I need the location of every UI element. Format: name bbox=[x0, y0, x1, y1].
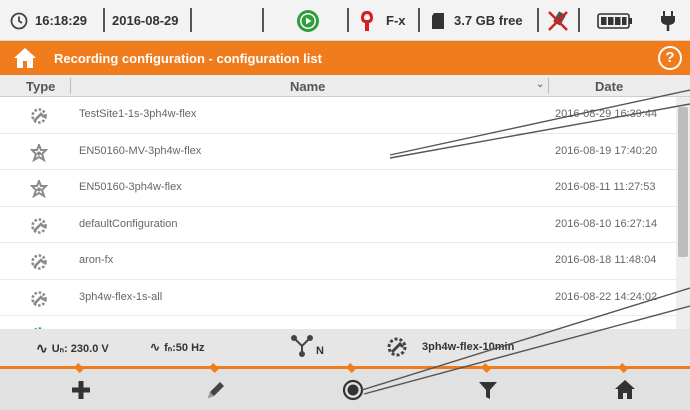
status-date: 2016-08-29 bbox=[112, 13, 179, 28]
table-row[interactable]: EN50160-MV-3ph4w-flex 2016-08-19 17:40:20 bbox=[0, 134, 676, 170]
config-date: 2016-08-10 16:27:14 bbox=[555, 217, 658, 230]
wrench-gear-icon bbox=[387, 337, 407, 357]
storage-free: 3.7 GB free bbox=[454, 13, 523, 28]
config-date: 2016-08-19 17:40:20 bbox=[555, 144, 658, 157]
activate-button[interactable] bbox=[284, 363, 422, 410]
status-time: 16:18:29 bbox=[35, 13, 88, 28]
column-header-date[interactable]: Date bbox=[595, 79, 623, 94]
usb-disconnected-icon bbox=[546, 0, 570, 41]
column-divider bbox=[70, 78, 71, 94]
config-date: 2016-08-22 14:24:02 bbox=[555, 290, 658, 303]
wrench-gear-icon bbox=[30, 107, 48, 125]
table-row[interactable] bbox=[0, 316, 676, 329]
config-date: 2016-08-18 11:48:04 bbox=[555, 254, 657, 266]
clamp-icon bbox=[360, 0, 374, 41]
title-bar: Recording configuration - configuration … bbox=[0, 41, 690, 75]
filter-button[interactable] bbox=[419, 363, 557, 410]
status-separator bbox=[103, 8, 105, 32]
wrench-gear-icon bbox=[30, 217, 48, 235]
config-name: 3ph4w-flex-1s-all bbox=[79, 290, 163, 303]
scrollbar[interactable] bbox=[676, 97, 690, 329]
table-header: Type Name ⌄ Date bbox=[0, 75, 690, 97]
scrollbar-thumb[interactable] bbox=[678, 107, 688, 257]
network-type-icon: N bbox=[290, 334, 324, 358]
configuration-list: TestSite1-1s-3ph4w-flex 2016-08-29 16:39:… bbox=[0, 97, 676, 329]
config-name: EN50160-3ph4w-flex bbox=[79, 181, 182, 193]
sd-card-icon bbox=[431, 0, 445, 41]
nominal-voltage: ∿ Uₙ: 230.0 V bbox=[36, 340, 109, 357]
column-header-type[interactable]: Type bbox=[26, 79, 55, 94]
config-date: 2016-08-29 16:39:44 bbox=[555, 108, 658, 120]
nominal-frequency: ∿ fₙ:50 Hz bbox=[150, 340, 205, 354]
star-gear-icon bbox=[29, 141, 49, 162]
status-separator bbox=[578, 8, 580, 32]
status-separator bbox=[537, 8, 539, 32]
status-bar: 16:18:29 2016-08-29 F-x 3.7 GB free bbox=[0, 0, 690, 41]
config-name: EN50160-MV-3ph4w-flex bbox=[79, 144, 202, 157]
config-date: 2016-08-11 11:27:53 bbox=[555, 181, 656, 193]
info-bar: ∿ Uₙ: 230.0 V ∿ fₙ:50 Hz N 3ph4w-flex-10… bbox=[0, 329, 690, 366]
active-config-name: 3ph4w-flex-10min bbox=[422, 341, 515, 353]
column-divider bbox=[548, 78, 549, 94]
battery-icon bbox=[597, 0, 633, 41]
help-button[interactable]: ? bbox=[658, 46, 682, 70]
table-row[interactable]: TestSite1-1s-3ph4w-flex 2016-08-29 16:39:… bbox=[0, 97, 676, 134]
table-row[interactable]: aron-fx 2016-08-18 11:48:04 bbox=[0, 243, 676, 280]
config-name: defaultConfiguration bbox=[79, 217, 178, 230]
nominal-voltage-value: Uₙ: 230.0 V bbox=[51, 343, 109, 355]
power-plug-icon bbox=[660, 0, 676, 41]
status-separator bbox=[262, 8, 264, 32]
add-button[interactable] bbox=[12, 363, 150, 410]
table-row[interactable]: 3ph4w-flex-1s-all 2016-08-22 14:24:02 bbox=[0, 280, 676, 316]
frequency-wave-icon: ∿ bbox=[150, 340, 161, 354]
home-icon bbox=[615, 379, 635, 399]
plus-icon bbox=[72, 380, 90, 399]
wrench-gear-icon bbox=[30, 253, 48, 271]
home-button[interactable] bbox=[556, 363, 690, 410]
star-gear-icon bbox=[29, 178, 49, 199]
wrench-gear-icon bbox=[30, 290, 48, 308]
pencil-icon bbox=[208, 381, 224, 398]
sort-chevron-icon[interactable]: ⌄ bbox=[536, 79, 544, 90]
network-type-label: N bbox=[316, 345, 324, 357]
clock-icon bbox=[10, 0, 28, 41]
table-row[interactable]: EN50160-3ph4w-flex 2016-08-11 11:27:53 bbox=[0, 170, 676, 207]
status-separator bbox=[347, 8, 349, 32]
table-row[interactable]: defaultConfiguration 2016-08-10 16:27:14 bbox=[0, 207, 676, 243]
recording-play-icon[interactable] bbox=[296, 0, 320, 41]
home-icon[interactable] bbox=[12, 45, 38, 71]
page-title: Recording configuration - configuration … bbox=[54, 50, 322, 66]
active-config: 3ph4w-flex-10min bbox=[386, 336, 514, 358]
clamp-type: F-x bbox=[386, 13, 406, 28]
status-separator bbox=[418, 8, 420, 32]
sine-wave-icon: ∿ bbox=[36, 340, 48, 356]
bottom-toolbar bbox=[0, 363, 690, 410]
record-icon bbox=[342, 379, 364, 400]
filter-icon bbox=[479, 381, 497, 399]
config-name: TestSite1-1s-3ph4w-flex bbox=[79, 108, 197, 120]
nominal-frequency-value: fₙ:50 Hz bbox=[164, 341, 205, 354]
status-separator bbox=[190, 8, 192, 32]
edit-button[interactable] bbox=[147, 363, 285, 410]
column-header-name[interactable]: Name bbox=[290, 79, 325, 94]
config-name: aron-fx bbox=[79, 254, 114, 266]
